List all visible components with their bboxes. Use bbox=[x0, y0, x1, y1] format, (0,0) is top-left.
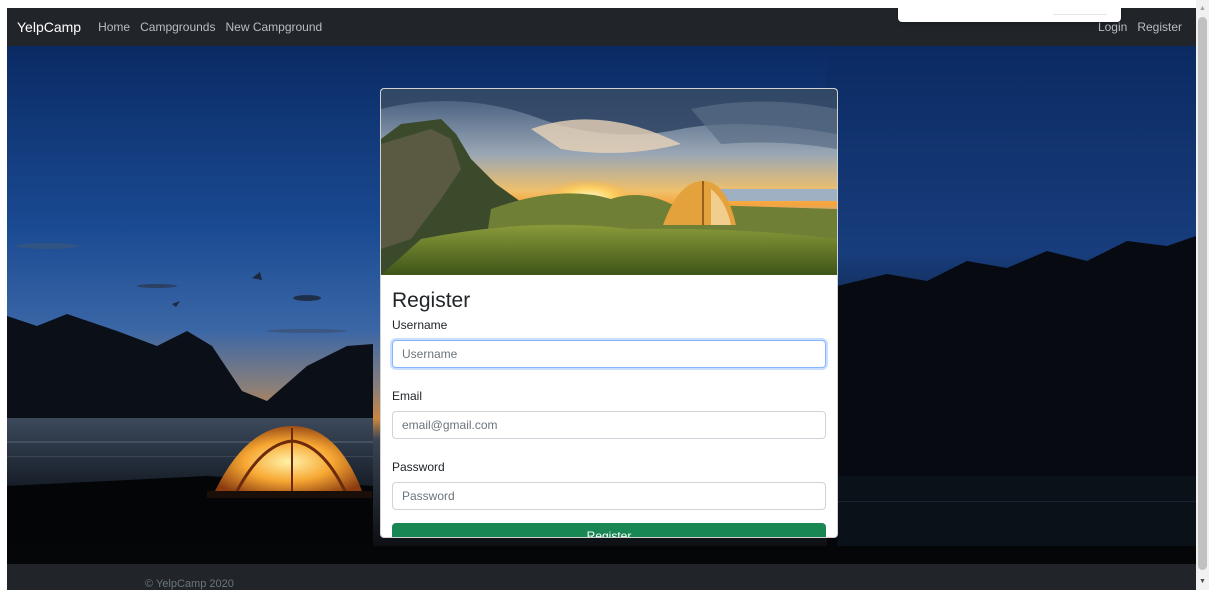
password-input[interactable] bbox=[392, 482, 826, 510]
register-card: Register Username Email Password Registe… bbox=[380, 88, 838, 538]
nav-link-new-campground[interactable]: New Campground bbox=[225, 20, 322, 34]
popup-divider bbox=[1053, 14, 1107, 15]
register-heading: Register bbox=[392, 289, 471, 312]
email-label: Email bbox=[392, 389, 423, 403]
nav-right-group: Login Register bbox=[1098, 20, 1192, 34]
footer: © YelpCamp 2020 bbox=[7, 564, 1196, 590]
top-popup-panel bbox=[898, 8, 1121, 22]
scroll-up-arrow-icon[interactable]: ▲ bbox=[1196, 0, 1209, 17]
scroll-down-arrow-icon[interactable]: ▼ bbox=[1196, 573, 1209, 590]
browser-viewport: YelpCamp Home Campgrounds New Campground… bbox=[7, 8, 1196, 590]
username-label: Username bbox=[392, 318, 448, 332]
footer-copyright: © YelpCamp 2020 bbox=[145, 578, 234, 590]
nav-link-login[interactable]: Login bbox=[1098, 20, 1127, 34]
card-body: Register Username Email Password Registe… bbox=[392, 287, 826, 537]
sunset-camp-photo bbox=[381, 89, 837, 275]
register-submit-button[interactable]: Register bbox=[392, 523, 826, 537]
nav-link-campgrounds[interactable]: Campgrounds bbox=[140, 20, 215, 34]
password-label: Password bbox=[392, 460, 445, 474]
nav-link-home[interactable]: Home bbox=[98, 20, 130, 34]
navbar-brand[interactable]: YelpCamp bbox=[17, 19, 81, 35]
card-image bbox=[381, 89, 837, 275]
scrollbar-thumb[interactable] bbox=[1198, 17, 1207, 570]
nav-link-register[interactable]: Register bbox=[1137, 20, 1182, 34]
page-scrollbar[interactable]: ▲ ▼ bbox=[1196, 0, 1209, 590]
email-input[interactable] bbox=[392, 411, 826, 439]
username-input[interactable] bbox=[392, 340, 826, 368]
